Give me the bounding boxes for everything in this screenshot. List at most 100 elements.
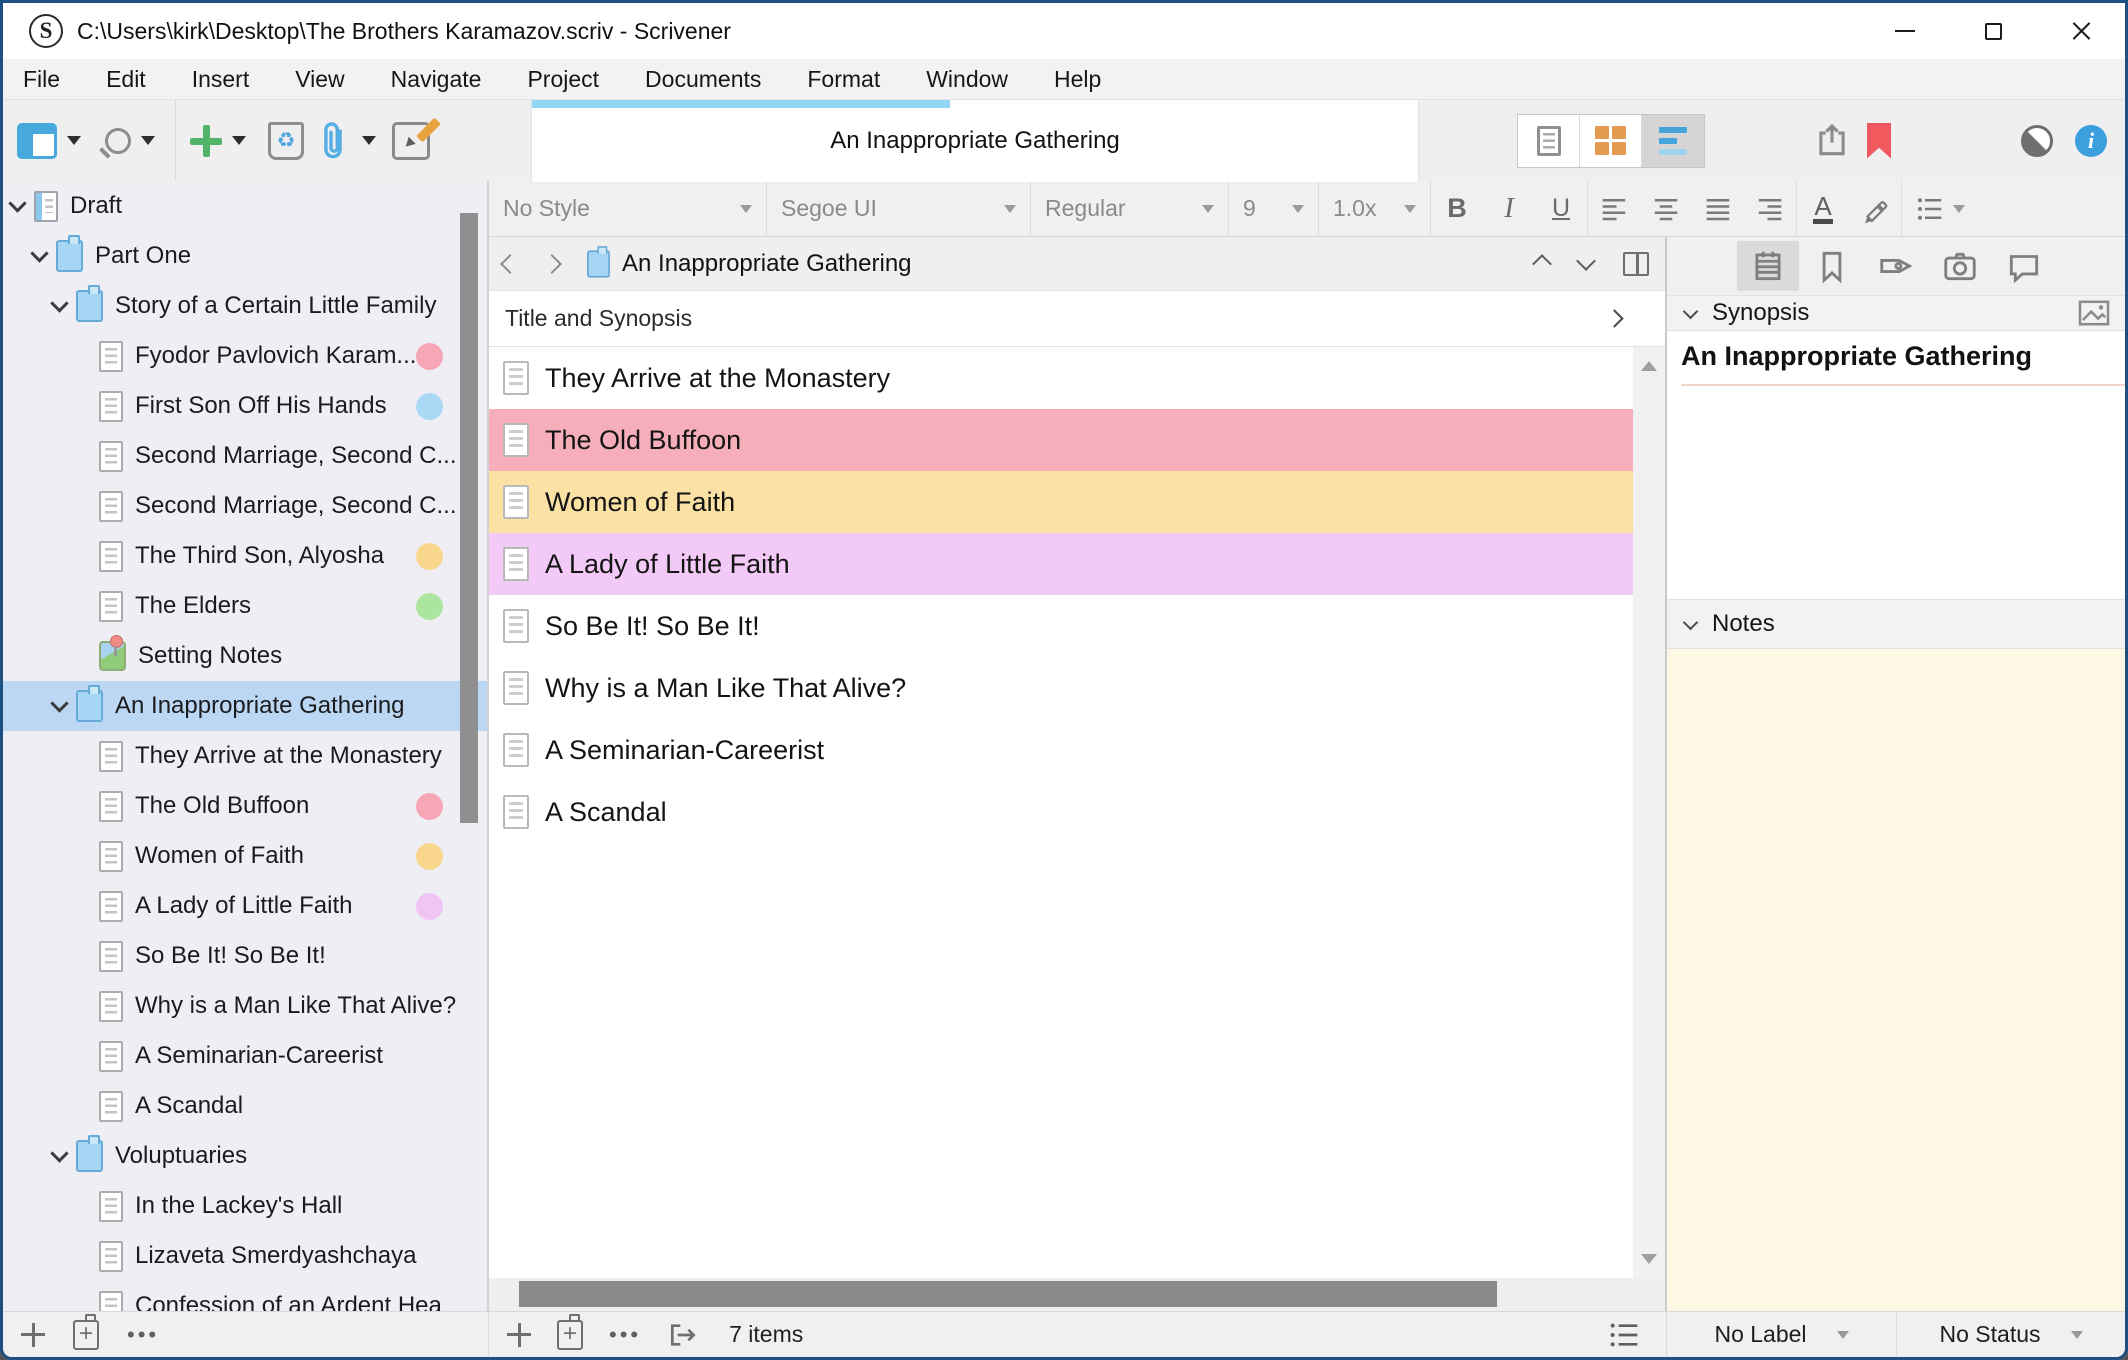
- text-color-button[interactable]: A: [1797, 181, 1849, 236]
- menu-help[interactable]: Help: [1054, 66, 1101, 93]
- chevron-right-icon[interactable]: [1605, 309, 1623, 327]
- add-document-icon[interactable]: [21, 1323, 45, 1347]
- paperclip-icon[interactable]: [316, 121, 350, 161]
- menu-insert[interactable]: Insert: [192, 66, 250, 93]
- style-dropdown[interactable]: No Style: [489, 181, 767, 236]
- forward-icon[interactable]: [542, 254, 562, 274]
- menu-project[interactable]: Project: [527, 66, 599, 93]
- contrast-icon[interactable]: [2021, 125, 2053, 157]
- outline-vertical-scrollbar[interactable]: [1633, 347, 1665, 1278]
- split-view-icon[interactable]: [1623, 252, 1649, 276]
- expand-chevron-icon[interactable]: [50, 1144, 68, 1162]
- binder-toggle-dropdown-icon[interactable]: [67, 136, 81, 145]
- notes-field[interactable]: [1667, 649, 2125, 1311]
- binder-item[interactable]: Voluptuaries: [3, 1131, 487, 1181]
- list-options-icon[interactable]: [1608, 1321, 1640, 1349]
- expand-chevron-icon[interactable]: [30, 244, 48, 262]
- highlight-button[interactable]: [1849, 181, 1901, 236]
- binder-item[interactable]: Story of a Certain Little Family: [3, 281, 487, 331]
- collapse-synopsis-icon[interactable]: [1683, 303, 1699, 319]
- binder-item[interactable]: A Seminarian-Careerist: [3, 1031, 487, 1081]
- synopsis-field[interactable]: An Inappropriate Gathering: [1667, 331, 2125, 599]
- add-document-icon[interactable]: [507, 1323, 531, 1347]
- bookmark-icon[interactable]: [1867, 123, 1891, 159]
- outline-column-header[interactable]: Title and Synopsis: [489, 291, 1665, 347]
- tab-notes[interactable]: [1737, 241, 1799, 291]
- close-button[interactable]: [2037, 3, 2125, 59]
- italic-button[interactable]: I: [1483, 181, 1535, 236]
- binder-item[interactable]: The Third Son, Alyosha: [3, 531, 487, 581]
- font-weight-dropdown[interactable]: Regular: [1031, 181, 1229, 236]
- minimize-button[interactable]: [1861, 3, 1949, 59]
- tab-comments[interactable]: [1993, 241, 2055, 291]
- synopsis-image-icon[interactable]: [2077, 299, 2111, 327]
- maximize-button[interactable]: [1949, 3, 2037, 59]
- outline-row[interactable]: The Old Buffoon: [489, 409, 1633, 471]
- document-view-button[interactable]: [1518, 115, 1580, 167]
- info-icon[interactable]: i: [2075, 125, 2107, 157]
- outline-row[interactable]: A Lady of Little Faith: [489, 533, 1633, 595]
- menu-view[interactable]: View: [295, 66, 344, 93]
- binder-item[interactable]: An Inappropriate Gathering: [3, 681, 487, 731]
- binder-item[interactable]: The Old Buffoon: [3, 781, 487, 831]
- horizontal-scroll-thumb[interactable]: [519, 1281, 1497, 1307]
- outline-row[interactable]: A Seminarian-Careerist: [489, 719, 1633, 781]
- align-justify-button[interactable]: [1692, 181, 1744, 236]
- add-folder-icon[interactable]: [557, 1320, 583, 1350]
- menu-format[interactable]: Format: [807, 66, 880, 93]
- binder-item[interactable]: Why is a Man Like That Alive?: [3, 981, 487, 1031]
- binder-item[interactable]: Second Marriage, Second C...: [3, 431, 487, 481]
- line-spacing-dropdown[interactable]: 1.0x: [1319, 181, 1431, 236]
- binder-item[interactable]: In the Lackey's Hall: [3, 1181, 487, 1231]
- binder-item[interactable]: Second Marriage, Second C...: [3, 481, 487, 531]
- expand-chevron-icon[interactable]: [50, 294, 68, 312]
- align-left-button[interactable]: [1588, 181, 1640, 236]
- corkboard-view-button[interactable]: [1580, 115, 1642, 167]
- menu-file[interactable]: File: [23, 66, 60, 93]
- trash-icon[interactable]: ♻: [268, 122, 304, 160]
- menu-edit[interactable]: Edit: [106, 66, 146, 93]
- next-document-icon[interactable]: [1576, 251, 1596, 271]
- add-folder-icon[interactable]: [73, 1320, 99, 1350]
- previous-document-icon[interactable]: [1532, 254, 1552, 274]
- menu-documents[interactable]: Documents: [645, 66, 761, 93]
- share-icon[interactable]: [1813, 122, 1851, 160]
- search-icon[interactable]: [105, 128, 131, 154]
- list-format-button[interactable]: [1902, 181, 1978, 236]
- outline-row[interactable]: Why is a Man Like That Alive?: [489, 657, 1633, 719]
- binder-item[interactable]: Draft: [3, 181, 487, 231]
- tab-metadata[interactable]: [1865, 241, 1927, 291]
- menu-window[interactable]: Window: [926, 66, 1008, 93]
- expand-chevron-icon[interactable]: [50, 694, 68, 712]
- outline-row[interactable]: Women of Faith: [489, 471, 1633, 533]
- outline-row[interactable]: So Be It! So Be It!: [489, 595, 1633, 657]
- export-icon[interactable]: [667, 1320, 699, 1350]
- binder-item[interactable]: Women of Faith: [3, 831, 487, 881]
- outline-view-button[interactable]: [1642, 115, 1704, 167]
- binder-item[interactable]: The Elders: [3, 581, 487, 631]
- binder-item[interactable]: So Be It! So Be It!: [3, 931, 487, 981]
- binder-item[interactable]: Setting Notes: [3, 631, 487, 681]
- binder-item[interactable]: Part One: [3, 231, 487, 281]
- expand-chevron-icon[interactable]: [8, 194, 26, 212]
- editor-tab[interactable]: An Inappropriate Gathering: [531, 100, 1419, 182]
- font-size-dropdown[interactable]: 9: [1229, 181, 1319, 236]
- binder-toggle-icon[interactable]: [17, 123, 57, 159]
- binder-item[interactable]: A Scandal: [3, 1081, 487, 1131]
- outline-horizontal-scrollbar[interactable]: [489, 1278, 1665, 1311]
- binder-item[interactable]: First Son Off His Hands: [3, 381, 487, 431]
- search-dropdown-icon[interactable]: [141, 136, 155, 145]
- binder-item[interactable]: Confession of an Ardent Hea: [3, 1281, 487, 1311]
- binder-scrollbar[interactable]: [460, 213, 478, 823]
- tab-snapshots[interactable]: [1929, 241, 1991, 291]
- collapse-notes-icon[interactable]: [1683, 614, 1699, 630]
- compose-icon[interactable]: [392, 122, 430, 160]
- add-item-dropdown-icon[interactable]: [232, 136, 246, 145]
- more-options-icon[interactable]: •••: [127, 1322, 159, 1348]
- paperclip-dropdown-icon[interactable]: [362, 136, 376, 145]
- outline-row[interactable]: They Arrive at the Monastery: [489, 347, 1633, 409]
- label-dropdown[interactable]: No Label: [1667, 1312, 1896, 1357]
- underline-button[interactable]: U: [1535, 181, 1587, 236]
- binder-item[interactable]: They Arrive at the Monastery: [3, 731, 487, 781]
- more-options-icon[interactable]: •••: [609, 1322, 641, 1348]
